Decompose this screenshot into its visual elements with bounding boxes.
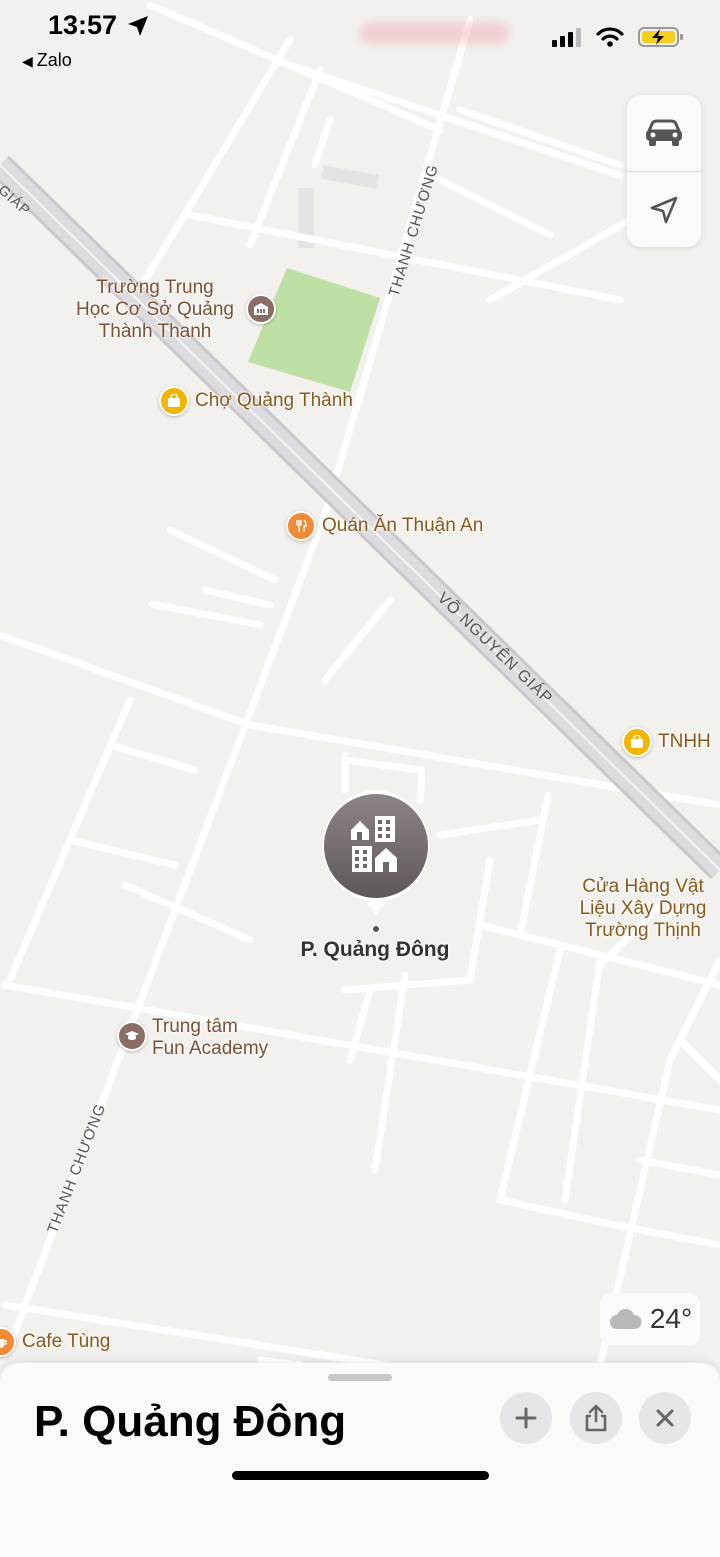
poi-store-line-2: Liệu Xây Dựng (579, 898, 707, 919)
poi-school-label[interactable]: Trường Trung Học Cơ Sở Quảng Thành Thanh (60, 277, 250, 343)
poi-restaurant-label: Quán Ăn Thuận An (322, 515, 484, 536)
plus-icon (515, 1407, 537, 1429)
sheet-grabber[interactable] (328, 1374, 392, 1381)
share-icon (585, 1404, 607, 1432)
wifi-icon (596, 27, 624, 47)
close-icon (656, 1409, 674, 1427)
add-button[interactable] (500, 1392, 552, 1444)
shopping-bag-icon (622, 727, 652, 757)
locate-me-button[interactable] (627, 172, 701, 248)
poi-market-label: Chợ Quảng Thành (195, 390, 353, 411)
location-arrow-icon (650, 196, 678, 224)
back-triangle-icon: ◀ (22, 53, 33, 69)
shopping-bag-icon (159, 386, 189, 416)
poi-school-line-2: Học Cơ Sở Quảng (76, 299, 234, 320)
share-button[interactable] (570, 1392, 622, 1444)
car-icon (646, 119, 682, 146)
cellular-signal-icon (552, 28, 581, 47)
transport-mode-button[interactable] (627, 95, 701, 171)
poi-company[interactable]: TNHH (622, 727, 711, 757)
close-button[interactable] (639, 1392, 691, 1444)
temperature: 24° (649, 1303, 693, 1334)
poi-company-label: TNHH (658, 731, 711, 752)
poi-cafe-label: Cafe Tùng (22, 1331, 111, 1352)
graduation-cap-icon[interactable] (117, 1021, 147, 1051)
back-app-label: Zalo (36, 50, 72, 70)
back-to-app-link[interactable]: ◀ Zalo (22, 50, 72, 71)
map-controls-panel (627, 95, 701, 247)
poi-academy-line-1: Trung tâm (152, 1016, 238, 1037)
coffee-cup-icon (0, 1327, 16, 1357)
place-pin-label[interactable]: P. Quảng Đông (260, 938, 490, 962)
poi-store-line-1: Cửa Hàng Vật (582, 876, 704, 897)
school-building-icon[interactable] (246, 294, 276, 324)
poi-academy-label[interactable]: Trung tâm Fun Academy (152, 1016, 268, 1060)
poi-restaurant[interactable]: Quán Ăn Thuận An (286, 511, 483, 541)
status-time: 13:57 (48, 10, 118, 40)
blurred-notification (360, 22, 510, 44)
poi-academy-line-2: Fun Academy (152, 1038, 269, 1059)
poi-school-line-1: Trường Trung (96, 277, 214, 298)
location-services-icon (128, 16, 148, 36)
status-icons (552, 26, 684, 48)
poi-store-line-3: Trường Thịnh (584, 920, 701, 941)
poi-market[interactable]: Chợ Quảng Thành (159, 386, 353, 416)
poi-cafe[interactable]: Cafe Tùng (0, 1327, 110, 1357)
poi-store-label[interactable]: Cửa Hàng Vật Liệu Xây Dựng Trường Thịnh (568, 876, 718, 942)
battery-charging-icon (638, 27, 683, 47)
place-title: P. Quảng Đông (34, 1397, 347, 1446)
poi-school-line-3: Thành Thanh (98, 321, 212, 342)
cloud-icon (609, 1308, 642, 1329)
status-bar: 13:57 ◀ Zalo (0, 0, 720, 80)
place-card-sheet: P. Quảng Đông (0, 1363, 720, 1557)
fork-knife-icon (286, 511, 316, 541)
home-indicator[interactable] (232, 1471, 489, 1480)
weather-badge: 24° (600, 1293, 700, 1345)
place-pin[interactable] (316, 786, 436, 936)
pin-dot (371, 924, 381, 934)
buildings-icon (351, 816, 397, 872)
